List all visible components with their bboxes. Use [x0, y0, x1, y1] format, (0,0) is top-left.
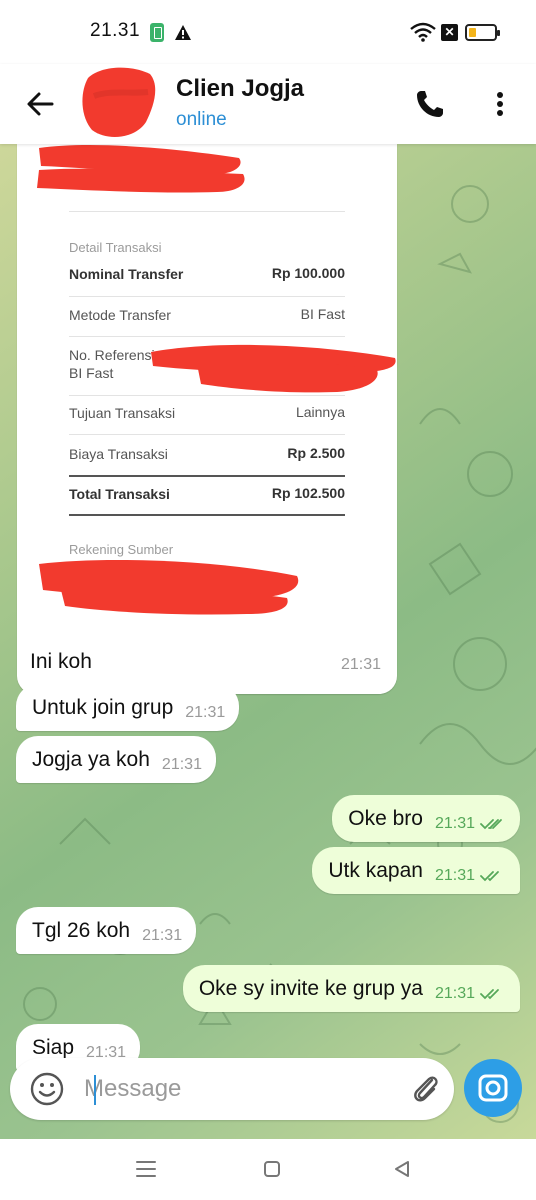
message-time: 21:31 [142, 926, 183, 944]
transfer-receipt-image[interactable]: Detail Transaksi Nominal Transfer Rp 100… [17, 144, 397, 644]
outgoing-message[interactable]: Oke sy invite ke grup ya 21:31 [182, 965, 520, 1012]
outgoing-message[interactable]: Utk kapan 21:31 [312, 847, 520, 894]
phone-icon[interactable] [412, 86, 448, 122]
message-text: Oke bro [348, 806, 423, 830]
message-text: Siap [32, 1035, 75, 1059]
contact-name[interactable]: Clien Jogja [176, 75, 304, 103]
paperclip-icon[interactable] [408, 1071, 444, 1107]
back-arrow-icon[interactable] [22, 86, 58, 122]
double-check-icon [480, 870, 499, 881]
message-time: 21:31 [434, 814, 475, 832]
recent-apps-icon[interactable] [132, 1155, 160, 1183]
incoming-message[interactable]: Tgl 26 koh 21:31 [16, 907, 197, 954]
message-text: Tgl 26 koh [32, 918, 131, 942]
message-time: 21:31 [340, 656, 381, 673]
image-message[interactable]: Detail Transaksi Nominal Transfer Rp 100… [17, 144, 397, 694]
chat-header: Clien Jogja online [0, 64, 536, 144]
incoming-message[interactable]: Untuk join grup 21:31 [16, 684, 240, 731]
message-time: 21:31 [185, 703, 226, 721]
battery-saver-icon [150, 23, 164, 42]
status-time: 21.31 [90, 20, 141, 41]
no-sim-icon: ✕ [441, 24, 458, 41]
message-text: Untuk join grup [32, 695, 174, 719]
battery-icon [465, 24, 500, 41]
status-bar: 21.31 ✕ [0, 0, 536, 64]
message-composer [10, 1058, 454, 1120]
text-cursor [94, 1075, 96, 1105]
camera-icon [478, 1074, 508, 1102]
message-text: Utk kapan [328, 858, 423, 882]
message-input[interactable] [84, 1068, 394, 1110]
back-icon[interactable] [388, 1155, 416, 1183]
incoming-message[interactable]: Jogja ya koh 21:31 [16, 736, 216, 783]
chat-area[interactable]: Detail Transaksi Nominal Transfer Rp 100… [0, 144, 536, 1139]
outgoing-message[interactable]: Oke bro 21:31 [332, 795, 520, 842]
camera-button[interactable] [464, 1059, 522, 1117]
message-time: 21:31 [434, 866, 475, 884]
contact-status: online [176, 109, 227, 130]
message-text: Oke sy invite ke grup ya [198, 976, 423, 1000]
message-time: 21:31 [161, 755, 202, 773]
system-nav-bar [0, 1139, 536, 1200]
message-text: Jogja ya koh [32, 747, 150, 771]
home-icon[interactable] [258, 1155, 286, 1183]
redaction-marks [37, 145, 396, 615]
image-caption: Ini koh [30, 650, 92, 673]
more-vertical-icon[interactable] [486, 86, 514, 122]
warning-icon [175, 25, 191, 40]
message-time: 21:31 [434, 984, 475, 1002]
smiley-icon[interactable] [28, 1070, 66, 1108]
double-check-icon [480, 988, 499, 999]
avatar[interactable] [80, 66, 158, 140]
wifi-icon [410, 22, 436, 42]
double-check-icon [480, 818, 502, 829]
